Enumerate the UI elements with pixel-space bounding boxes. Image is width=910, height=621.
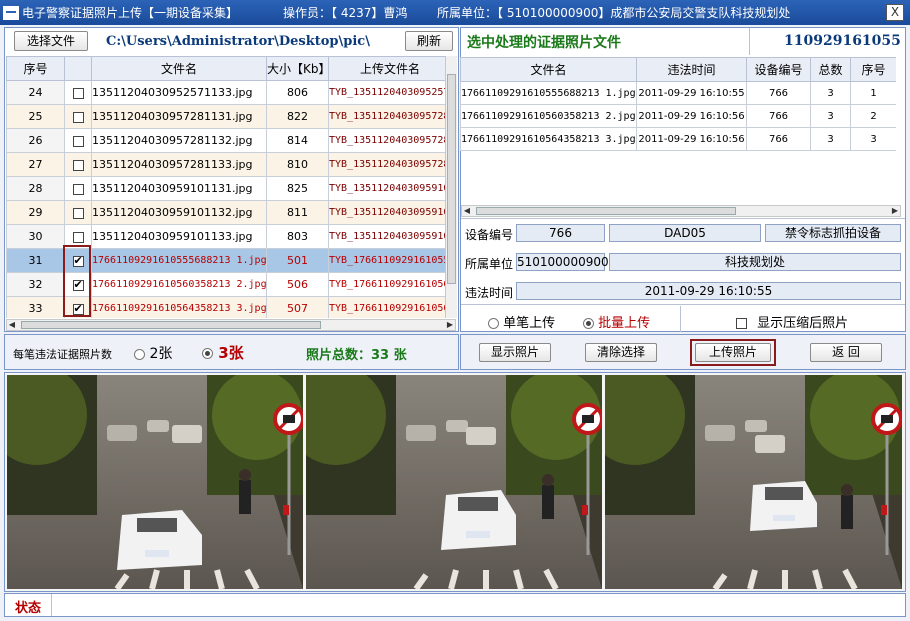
col-r-seq[interactable]: 序号 xyxy=(850,57,896,82)
checkbox-icon[interactable] xyxy=(736,318,747,329)
col-filename[interactable]: 文件名 xyxy=(91,56,267,81)
scroll-right-icon[interactable]: ▶ xyxy=(890,206,900,216)
folder-path: C:\Users\Administrator\Desktop\pic\ xyxy=(106,34,370,49)
street-photo-image xyxy=(605,375,902,589)
title-bar: 电子警察证据照片上传【一期设备采集】 操作员：【 4237】曹鸿 所属单位：【 … xyxy=(0,0,910,25)
row-checkbox[interactable] xyxy=(72,87,84,99)
status-label: 状态 xyxy=(15,601,42,616)
radio-icon[interactable] xyxy=(583,318,594,329)
violation-time-label: 违法时间 xyxy=(465,286,514,300)
row-checkbox[interactable] xyxy=(72,183,84,195)
window-title: 电子警察证据照片上传【一期设备采集】 xyxy=(22,6,239,20)
status-bar: 状态 xyxy=(4,593,906,617)
selected-table-wrap: 文件名 违法时间 设备编号 总数 序号 17661109291610555688… xyxy=(460,57,896,202)
col-r-filename[interactable]: 文件名 xyxy=(460,57,637,82)
unit-no-field: 510100000900 xyxy=(516,253,609,271)
row-checkbox[interactable] xyxy=(72,159,84,171)
checked-highlight xyxy=(63,245,91,317)
device-no-field: 766 xyxy=(516,224,605,242)
show-compressed-checkbox[interactable]: 显示压缩后照片 xyxy=(736,312,848,331)
scroll-left-icon[interactable]: ◀ xyxy=(7,320,17,330)
batch-upload-radio[interactable]: 批量上传 xyxy=(583,312,650,331)
option-3-radio[interactable]: 3张 xyxy=(202,342,244,363)
street-photo-image xyxy=(306,375,602,589)
single-upload-radio[interactable]: 单笔上传 xyxy=(488,312,555,331)
upload-photo-button[interactable]: 上传照片 xyxy=(695,343,771,362)
table-row[interactable]: 17661109291610560358213 2.jpg 2011-09-29… xyxy=(460,104,896,128)
selected-files-heading: 选中处理的证据照片文件 xyxy=(467,35,621,51)
col-r-total[interactable]: 总数 xyxy=(810,57,851,82)
col-check[interactable] xyxy=(64,56,92,81)
table-row[interactable]: 17661109291610564358213 3.jpg 2011-09-29… xyxy=(460,127,896,151)
row-checkbox[interactable] xyxy=(72,135,84,147)
table-row[interactable]: 29 13511204030959101132.jpg 811 TYB_1351… xyxy=(6,200,445,225)
option-2-radio[interactable]: 2张 xyxy=(134,343,172,363)
selected-list-hscroll[interactable]: ◀ ▶ xyxy=(461,205,901,217)
col-seq[interactable]: 序号 xyxy=(6,56,65,81)
file-list-vscroll[interactable] xyxy=(445,56,457,318)
table-row[interactable]: 25 13511204030957281131.jpg 822 TYB_1351… xyxy=(6,104,445,129)
radio-icon[interactable] xyxy=(134,348,145,360)
col-upload-name[interactable]: 上传文件名 xyxy=(328,56,445,81)
unit-name-field: 科技规划处 xyxy=(609,253,901,271)
record-code: 110929161055 xyxy=(784,33,901,49)
radio-icon[interactable] xyxy=(488,318,499,329)
table-row[interactable]: 17661109291610555688213 1.jpg 2011-09-29… xyxy=(460,81,896,105)
radio-icon[interactable] xyxy=(202,348,213,359)
clear-selection-button[interactable]: 清除选择 xyxy=(585,343,657,362)
row-checkbox[interactable] xyxy=(72,111,84,123)
row-checkbox[interactable] xyxy=(72,207,84,219)
street-photo-image xyxy=(7,375,303,589)
table-row[interactable]: 28 13511204030959101131.jpg 825 TYB_1351… xyxy=(6,176,445,201)
device-type-field: 禁令标志抓拍设备 xyxy=(765,224,901,242)
table-row[interactable]: 24 13511204030952571133.jpg 806 TYB_1351… xyxy=(6,80,445,105)
unit-label: 所属单位 xyxy=(465,257,514,271)
col-r-device[interactable]: 设备编号 xyxy=(746,57,811,82)
refresh-button[interactable]: 刷新 xyxy=(405,31,453,51)
total-photos-label: 照片总数：33 张 xyxy=(306,348,407,363)
file-list-hscroll[interactable]: ◀ ▶ xyxy=(6,319,456,331)
col-size[interactable]: 大小【Kb】 xyxy=(266,56,329,81)
violation-time-field: 2011-09-29 16:10:55 xyxy=(516,282,901,300)
evidence-photo-3[interactable] xyxy=(605,375,902,589)
show-photo-button[interactable]: 显示照片 xyxy=(479,343,551,362)
close-button[interactable]: X xyxy=(886,4,904,21)
evidence-photo-2[interactable] xyxy=(306,375,602,589)
device-no-label: 设备编号 xyxy=(465,228,514,242)
scroll-left-icon[interactable]: ◀ xyxy=(462,206,472,216)
table-row[interactable]: 26 13511204030957281132.jpg 814 TYB_1351… xyxy=(6,128,445,153)
select-file-button[interactable]: 选择文件 xyxy=(14,31,88,51)
photos-per-violation-label: 每笔违法证据照片数 xyxy=(13,348,112,361)
scroll-right-icon[interactable]: ▶ xyxy=(445,320,455,330)
window-menu-icon[interactable] xyxy=(3,5,19,20)
evidence-photo-1[interactable] xyxy=(7,375,303,589)
selected-files-table: 文件名 违法时间 设备编号 总数 序号 17661109291610555688… xyxy=(460,57,896,151)
col-r-time[interactable]: 违法时间 xyxy=(636,57,747,82)
table-row[interactable]: 27 13511204030957281133.jpg 810 TYB_1351… xyxy=(6,152,445,177)
row-checkbox[interactable] xyxy=(72,231,84,243)
department-label: 所属单位：【 510100000900】成都市公安局交警支队科技规划处 xyxy=(437,6,791,20)
back-button[interactable]: 返 回 xyxy=(810,343,882,362)
device-code-field: DAD05 xyxy=(609,224,761,242)
operator-label: 操作员：【 4237】曹鸿 xyxy=(283,6,408,20)
